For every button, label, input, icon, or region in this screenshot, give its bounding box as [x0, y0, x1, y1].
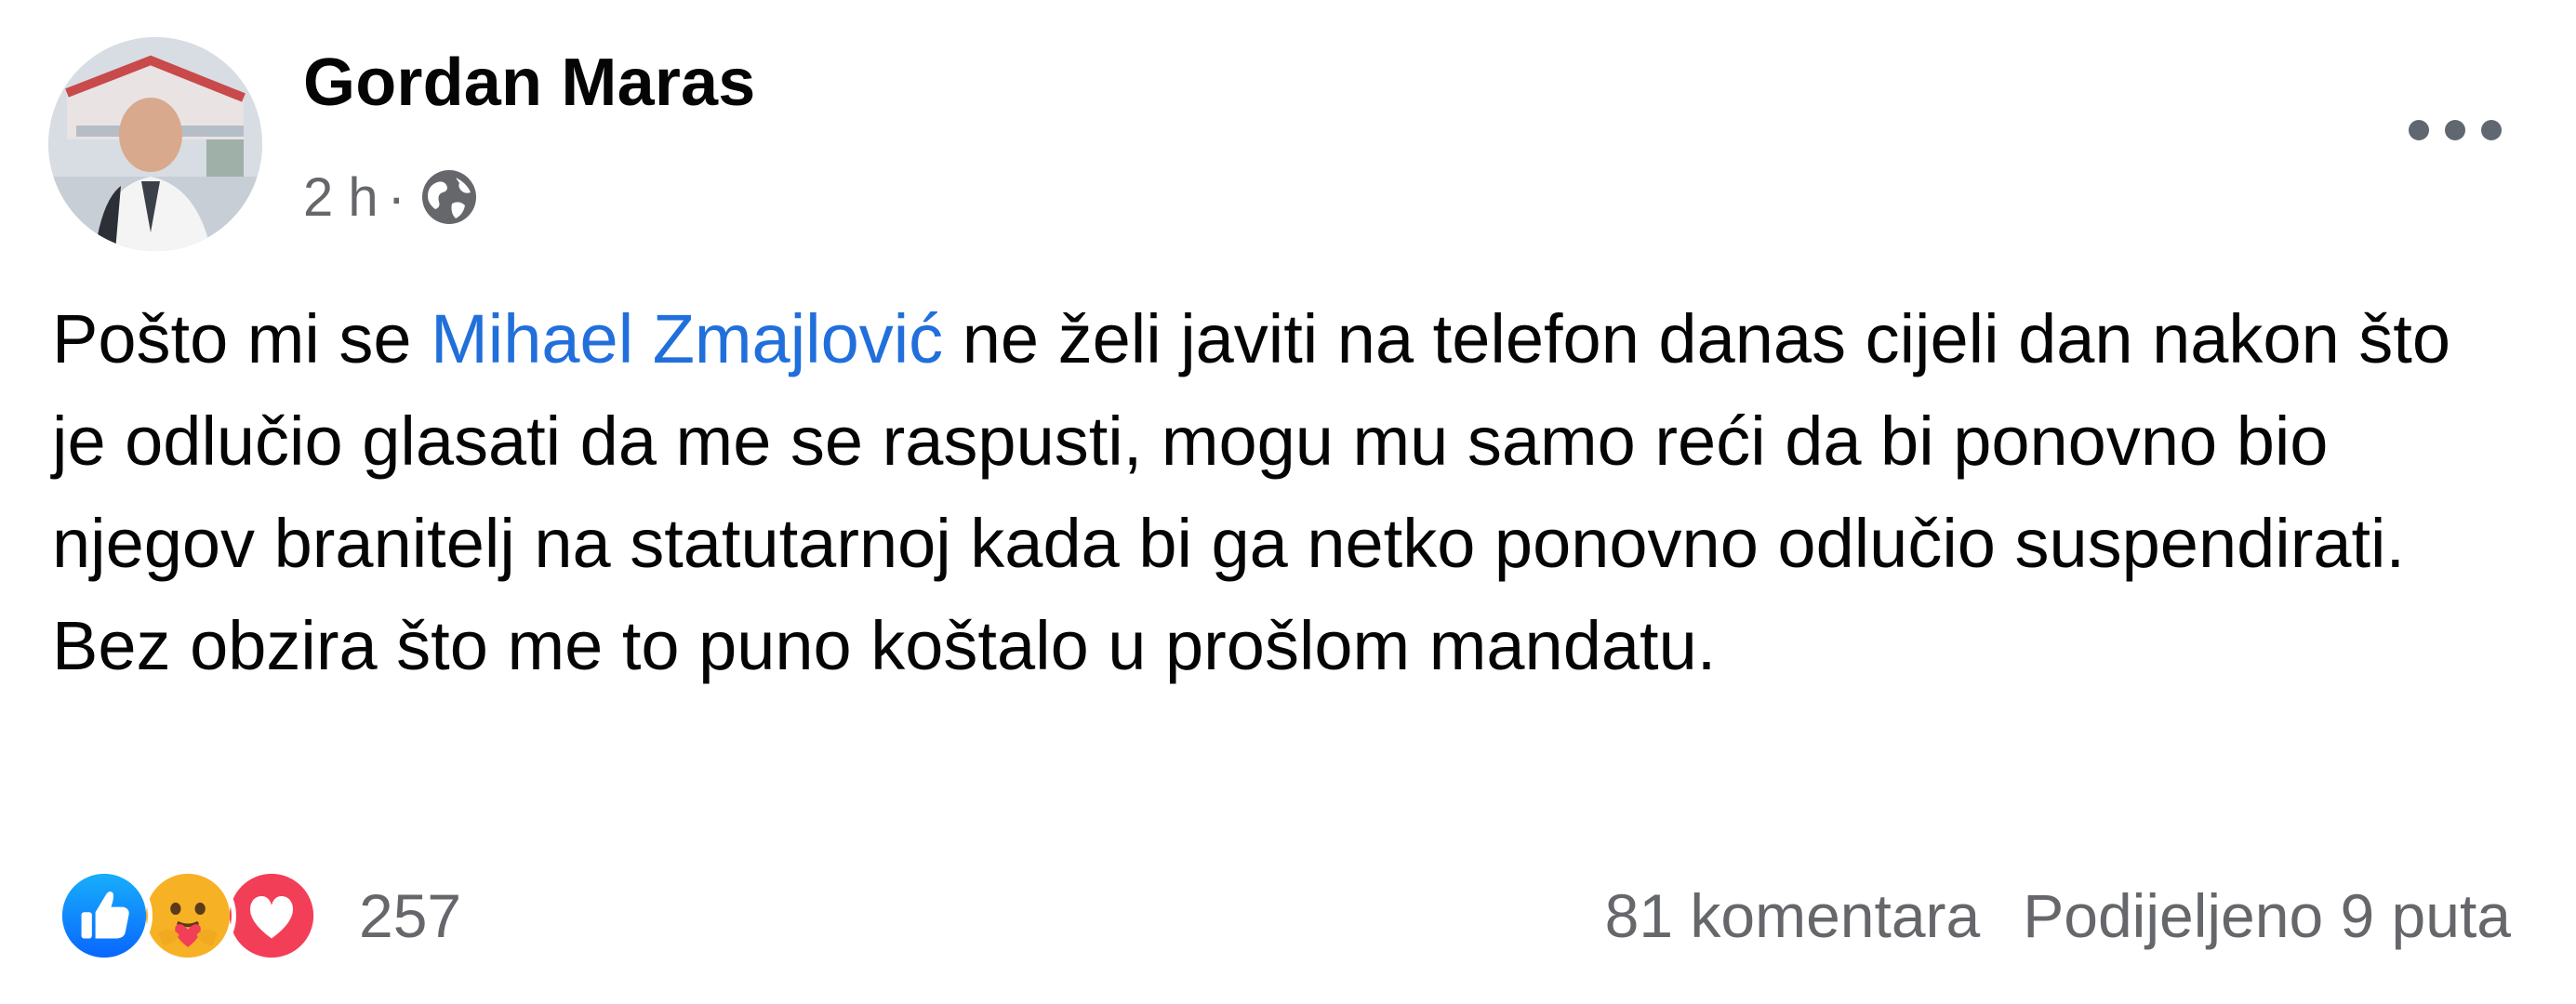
more-options-button[interactable] [2409, 112, 2502, 149]
shares-count-link[interactable]: Podijeljeno 9 puta [2023, 880, 2511, 951]
love-icon [223, 867, 320, 964]
more-dot-icon [2409, 120, 2429, 140]
meta-separator: · [387, 166, 405, 228]
reactions-summary[interactable]: 257 [56, 865, 461, 967]
author-name[interactable]: Gordan Maras [303, 45, 756, 121]
post-meta: 2 h · [303, 160, 480, 234]
globe-icon[interactable] [418, 166, 480, 228]
profile-photo [48, 37, 262, 251]
comments-count-link[interactable]: 81 komentara [1605, 880, 1981, 951]
more-dot-icon [2445, 120, 2465, 140]
care-icon [139, 867, 236, 964]
mention-link[interactable]: Mihael Zmajlović [431, 300, 943, 377]
post-stats: 81 komentara Podijeljeno 9 puta [1605, 865, 2511, 967]
profile-avatar[interactable] [48, 37, 262, 251]
reaction-count[interactable]: 257 [359, 880, 461, 951]
more-dot-icon [2481, 120, 2502, 140]
post-body: Pošto mi se Mihael Zmajlović ne želi jav… [52, 288, 2516, 697]
like-icon [56, 867, 153, 964]
post-text-start: Pošto mi se [52, 300, 432, 377]
post-time[interactable]: 2 h [303, 166, 378, 229]
